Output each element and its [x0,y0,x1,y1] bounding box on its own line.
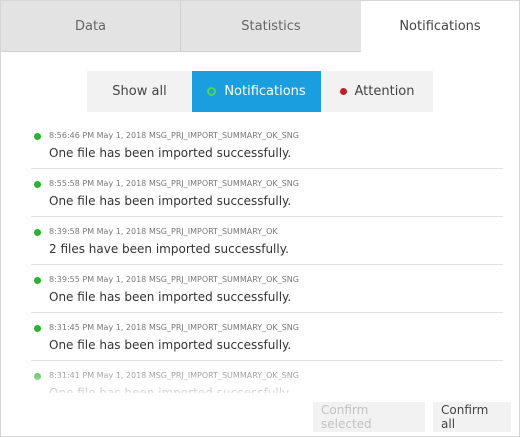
success-dot-icon [34,133,41,140]
notification-message: One file has been imported successfully. [49,290,292,304]
filter-notifications[interactable]: Notifications [192,71,321,112]
confirm-selected-button[interactable]: Confirm selected [313,402,425,432]
notification-message: 2 files have been imported successfully. [49,242,289,256]
list-item[interactable]: 8:39:58 PM May 1, 2018 MSG_PRJ_IMPORT_SU… [31,217,503,265]
filter-attention[interactable]: Attention [321,71,433,112]
filter-show-all-label: Show all [112,84,167,99]
notification-list[interactable]: 8:56:46 PM May 1, 2018 MSG_PRJ_IMPORT_SU… [31,121,503,393]
list-item[interactable]: 8:39:55 PM May 1, 2018 MSG_PRJ_IMPORT_SU… [31,265,503,313]
tab-statistics[interactable]: Statistics [180,1,361,52]
notification-meta: 8:31:41 PM May 1, 2018 MSG_PRJ_IMPORT_SU… [49,371,299,380]
tab-notifications[interactable]: Notifications [361,1,519,52]
filter-bar: Show all Notifications Attention [87,71,433,112]
confirm-all-button[interactable]: Confirm all [433,402,511,432]
attention-dot-icon [339,88,347,95]
notification-message: One file has been imported successfully. [49,338,292,352]
success-dot-icon [34,373,41,380]
success-dot-icon [34,277,41,284]
notification-message: One file has been imported successfully. [49,146,292,160]
filter-notifications-label: Notifications [224,84,306,99]
list-item[interactable]: 8:56:46 PM May 1, 2018 MSG_PRJ_IMPORT_SU… [31,121,503,169]
notification-meta: 8:56:46 PM May 1, 2018 MSG_PRJ_IMPORT_SU… [49,131,299,140]
filter-show-all[interactable]: Show all [87,71,192,112]
notification-meta: 8:39:55 PM May 1, 2018 MSG_PRJ_IMPORT_SU… [49,275,299,284]
action-bar: Confirm selected Confirm all [313,402,511,432]
notification-meta: 8:31:45 PM May 1, 2018 MSG_PRJ_IMPORT_SU… [49,323,299,332]
notification-meta: 8:55:58 PM May 1, 2018 MSG_PRJ_IMPORT_SU… [49,179,299,188]
success-dot-icon [34,181,41,188]
notification-meta: 8:39:58 PM May 1, 2018 MSG_PRJ_IMPORT_SU… [49,227,278,236]
success-dot-icon [34,229,41,236]
notifications-panel: Data Statistics Notifications Show all N… [0,0,520,437]
list-item[interactable]: 8:55:58 PM May 1, 2018 MSG_PRJ_IMPORT_SU… [31,169,503,217]
filter-attention-label: Attention [354,84,415,99]
tab-bar: Data Statistics Notifications [1,1,519,52]
notification-message: One file has been imported successfully. [49,386,292,393]
success-dot-icon [34,325,41,332]
status-ring-icon [207,87,217,96]
list-item[interactable]: 8:31:41 PM May 1, 2018 MSG_PRJ_IMPORT_SU… [31,361,503,393]
list-item[interactable]: 8:31:45 PM May 1, 2018 MSG_PRJ_IMPORT_SU… [31,313,503,361]
tab-data[interactable]: Data [1,1,180,52]
notification-message: One file has been imported successfully. [49,194,292,208]
